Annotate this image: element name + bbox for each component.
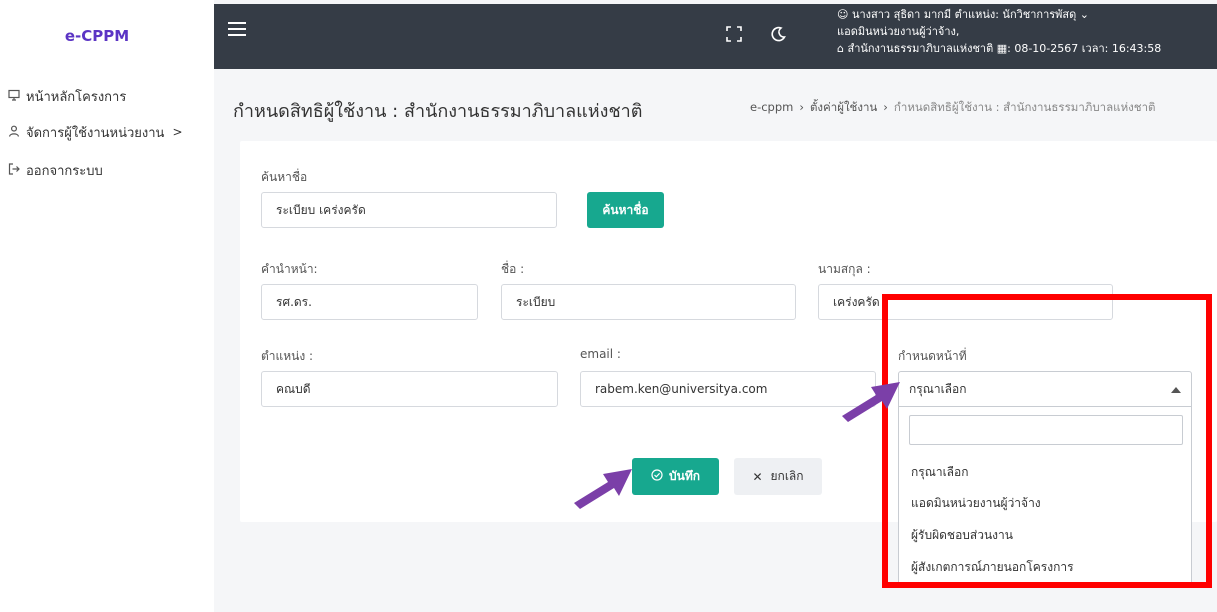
page-title: กำหนดสิทธิผู้ใช้งาน : สำนักงานธรรมาภิบาล… — [233, 101, 643, 122]
dark-mode-moon-icon[interactable] — [770, 26, 786, 46]
user-info[interactable]: ☺ นางสาว สุธิดา มากมี ตำแหน่ง: นักวิชากา… — [837, 6, 1161, 57]
sidebar: e-CPPM หน้าหลักโครงการ จัดการผู้ใช้งานหน… — [0, 0, 214, 612]
position-input[interactable]: คณบดี — [261, 371, 558, 407]
cancel-button-label: ยกเลิก — [770, 469, 804, 483]
sidebar-item-logout[interactable]: ออกจากระบบ — [8, 160, 103, 180]
sidebar-item-label: ออกจากระบบ — [26, 163, 103, 179]
time-label: เวลา: — [1081, 42, 1109, 55]
firstname-label: ชื่อ : — [501, 262, 525, 276]
user-name-position: นางสาว สุธิดา มากมี ตำแหน่ง: นักวิชาการพ… — [851, 8, 1090, 21]
logout-icon — [8, 162, 26, 178]
search-name-button[interactable]: ค้นหาชื่อ — [587, 192, 664, 228]
breadcrumb-home-link[interactable]: e-cppm — [750, 100, 793, 114]
breadcrumb-current: กำหนดสิทธิผู้ใช้งาน : สำนักงานธรรมาภิบาล… — [893, 100, 1156, 114]
annotation-arrow-icon — [842, 382, 900, 422]
fullscreen-icon[interactable] — [726, 26, 742, 46]
close-icon: ✕ — [752, 469, 763, 484]
sidebar-item-label: หน้าหลักโครงการ — [26, 89, 127, 105]
current-date: 08-10-2567 — [1014, 42, 1079, 55]
save-button-label: บันทึก — [669, 469, 700, 483]
user-icon — [8, 125, 26, 140]
lastname-label: นามสกุล : — [818, 262, 871, 276]
user-role: แอดมินหน่วยงานผู้ว่าจ้าง, — [837, 25, 960, 38]
monitor-icon — [8, 89, 26, 104]
breadcrumb-separator: › — [883, 100, 888, 114]
email-input[interactable]: rabem.ken@universitya.com — [580, 371, 876, 407]
check-circle-icon — [651, 469, 663, 484]
calendar-icon: ▦: — [996, 42, 1015, 55]
current-time: 16:43:58 — [1111, 42, 1162, 55]
app-logo[interactable]: e-CPPM — [0, 0, 214, 72]
breadcrumb-user-settings-link[interactable]: ตั้งค่าผู้ใช้งาน — [810, 100, 877, 114]
save-button[interactable]: บันทึก — [632, 458, 719, 495]
annotation-arrow-icon — [574, 469, 632, 509]
breadcrumb-separator: › — [799, 100, 804, 114]
email-label: email : — [580, 347, 621, 361]
chevron-right-icon: > — [172, 125, 183, 139]
hamburger-menu-icon[interactable] — [228, 22, 246, 36]
sidebar-item-label: จัดการผู้ใช้งานหน่วยงาน — [26, 125, 165, 141]
prefix-label: คำนำหน้า: — [261, 262, 318, 276]
sidebar-item-project-home[interactable]: หน้าหลักโครงการ — [8, 86, 126, 106]
highlight-box — [882, 294, 1212, 588]
sidebar-item-manage-users[interactable]: จัดการผู้ใช้งานหน่วยงาน > — [8, 122, 183, 142]
cancel-button[interactable]: ✕ ยกเลิก — [734, 458, 822, 495]
user-avatar-icon: ☺ — [837, 8, 852, 21]
top-bar: ☺ นางสาว สุธิดา มากมี ตำแหน่ง: นักวิชากา… — [214, 4, 1217, 69]
position-label: ตำแหน่ง : — [261, 349, 314, 363]
firstname-input[interactable]: ระเบียบ — [501, 284, 796, 320]
prefix-input[interactable]: รศ.ดร. — [261, 284, 478, 320]
search-name-input[interactable]: ระเบียบ เคร่งครัด — [261, 192, 557, 228]
breadcrumb: e-cppm › ตั้งค่าผู้ใช้งาน › กำหนดสิทธิผู้ใช้… — [750, 99, 1156, 117]
search-name-label: ค้นหาชื่อ — [261, 170, 308, 184]
agency-name: สำนักงานธรรมาภิบาลแห่งชาติ — [847, 42, 994, 55]
home-icon: ⌂ — [837, 42, 848, 55]
